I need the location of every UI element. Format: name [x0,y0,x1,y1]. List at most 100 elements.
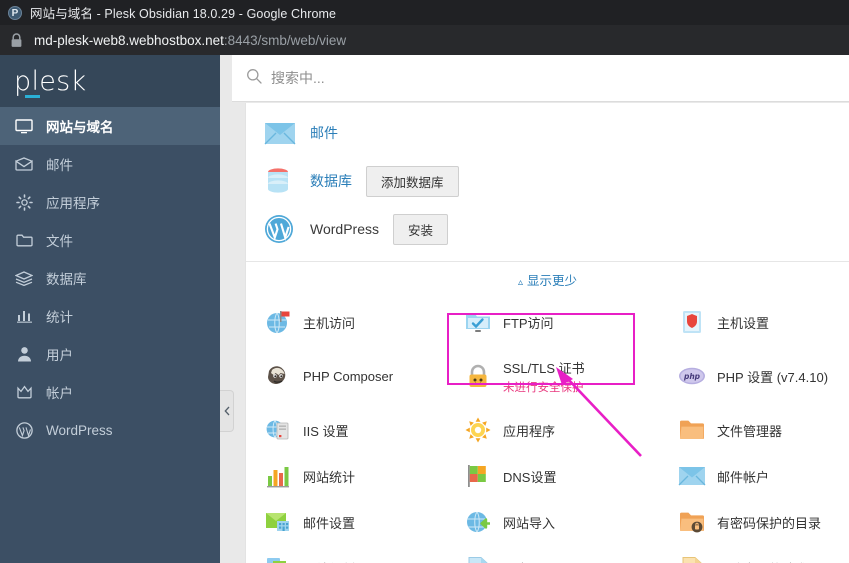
search-bar[interactable]: 搜索中... [232,55,849,102]
log-document-icon [464,554,492,563]
show-less-label: 显示更少 [527,274,578,288]
user-icon [14,345,34,363]
grid-item-logs[interactable]: 日志 [464,545,678,563]
grid-item-applications[interactable]: 应用程序 [464,407,678,453]
grid-item-label: 邮件帐户 [717,469,770,485]
search-input[interactable]: 搜索中... [271,68,325,88]
sun-gear-icon [464,416,492,444]
sidebar-item-users[interactable]: 用户 [0,335,220,373]
grid-item-php-composer[interactable]: PHP Composer [264,345,464,407]
grid-item-label: DNS设置 [503,469,557,485]
file-manager-folder-icon [678,416,706,444]
grid-item-host-settings[interactable]: 主机设置 [678,299,849,345]
url-path: :8443/smb/web/view [223,32,347,48]
plesk-sidebar: plesk 网站与域名 邮件 应用程序 文件 数据库 统计 用户 帐户 Word… [0,55,220,563]
globe-import-icon [464,508,492,536]
sidebar-item-databases[interactable]: 数据库 [0,259,220,297]
browser-urlbar[interactable]: md-plesk-web8.webhostbox.net:8443/smb/we… [0,25,849,55]
quick-row-label[interactable]: WordPress [310,221,379,237]
services-grid: 主机访问 FTP访问 主机设置 PHP Composer SSL/TLS 证书 … [246,299,849,563]
install-wordpress-button[interactable]: 安装 [392,213,448,245]
main-content: 搜索中... 邮件 数据库 添加数据库 WordPress 安装 ▵ 显示更少 … [220,55,849,563]
php-icon: php [678,362,706,390]
grid-item-label: PHP 设置 (v7.4.10) [717,369,829,385]
grid-item-website-copying[interactable]: 网站复制 [264,545,464,563]
window-title: 网站与域名 - Plesk Obsidian 18.0.29 - Google … [30,7,337,21]
mail-account-icon [678,462,706,490]
ssl-status-warning: 未进行安全保护 [503,381,584,394]
sidebar-item-files[interactable]: 文件 [0,221,220,259]
folder-icon [14,231,34,249]
sidebar-item-label: WordPress [46,422,113,438]
quick-row-label[interactable]: 数据库 [310,171,352,191]
grid-item-label: IIS 设置 [303,423,349,439]
plesk-favicon-icon: P [8,5,22,20]
quick-row-label[interactable]: 邮件 [310,123,338,143]
grid-item-ssl-tls-certificates[interactable]: SSL/TLS 证书 未进行安全保护 [464,345,678,407]
mail-settings-icon [264,508,292,536]
gear-icon [14,193,34,211]
grid-item-file-manager[interactable]: 文件管理器 [678,407,849,453]
grid-item-label: 日志 [503,559,529,563]
logo-accent-underline [25,94,40,98]
sidebar-collapse-handle[interactable] [220,390,234,432]
sidebar-item-label: 文件 [46,234,73,249]
quick-row-wordpress[interactable]: WordPress 安装 [264,205,849,253]
sidebar-item-statistics[interactable]: 统计 [0,297,220,335]
grid-item-web-statistics[interactable]: 网站统计 [264,453,464,499]
browser-titlebar: P 网站与域名 - Plesk Obsidian 18.0.29 - Googl… [0,0,849,25]
grid-item-mail-settings[interactable]: 邮件设置 [264,499,464,545]
sidebar-item-label: 网站与域名 [46,120,114,135]
lock-icon [10,32,23,48]
mail-envelope-icon [264,121,298,145]
url-host: md-plesk-web8.webhostbox.net [34,32,224,48]
grid-item-label: 主机设置 [717,315,770,331]
sidebar-item-applications[interactable]: 应用程序 [0,183,220,221]
grid-item-failed-request-tracing[interactable]: 跟踪失败的请求 [678,545,849,563]
database-icon [264,167,298,195]
grid-item-dns-settings[interactable]: DNS设置 [464,453,678,499]
plesk-logo[interactable]: plesk [0,55,220,107]
host-settings-icon [678,308,706,336]
sidebar-item-account[interactable]: 帐户 [0,373,220,411]
sidebar-item-websites-domains[interactable]: 网站与域名 [0,107,220,145]
grid-item-ftp-access[interactable]: FTP访问 [464,299,678,345]
sidebar-item-mail[interactable]: 邮件 [0,145,220,183]
statistics-bars-icon [264,462,292,490]
grid-item-label: 跟踪失败的请求 [717,559,808,563]
add-database-button[interactable]: 添加数据库 [366,165,459,197]
crown-icon [14,383,34,401]
search-icon [246,68,262,89]
wordpress-logo-icon [264,214,298,244]
grid-item-label: PHP Composer [303,368,394,384]
quick-row-mail[interactable]: 邮件 [264,109,849,157]
grid-item-label: 主机访问 [303,315,356,331]
quick-row-databases[interactable]: 数据库 添加数据库 [264,157,849,205]
show-less-toggle[interactable]: ▵ 显示更少 [246,262,849,299]
ftp-folder-icon [464,308,492,336]
grid-item-php-settings[interactable]: php PHP 设置 (v7.4.10) [678,345,849,407]
grid-item-label: 邮件设置 [303,515,356,531]
grid-item-label: 有密码保护的目录 [717,515,822,531]
grid-item-label: 文件管理器 [717,423,783,439]
grid-item-host-access[interactable]: 主机访问 [264,299,464,345]
grid-item-mail-accounts[interactable]: 邮件帐户 [678,453,849,499]
grid-item-iis-settings[interactable]: IIS 设置 [264,407,464,453]
failed-request-icon [678,554,706,563]
composer-icon [264,362,292,390]
sidebar-item-wordpress[interactable]: WordPress [0,411,220,449]
globe-flag-icon [264,308,292,336]
wordpress-icon [14,421,34,439]
padlock-icon [464,362,492,390]
chevron-left-icon [223,406,229,416]
grid-item-password-protected-directories[interactable]: 有密码保护的目录 [678,499,849,545]
grid-item-website-import[interactable]: 网站导入 [464,499,678,545]
url-text: md-plesk-web8.webhostbox.net:8443/smb/we… [34,33,346,48]
envelope-icon [14,155,34,173]
database-stack-icon [14,269,34,287]
domain-card-panel: 邮件 数据库 添加数据库 WordPress 安装 ▵ 显示更少 主机访问 FT… [245,103,849,563]
bar-chart-icon [14,307,34,325]
grid-item-label: 应用程序 [503,423,556,439]
sidebar-item-label: 统计 [46,310,73,325]
grid-item-label: SSL/TLS 证书 [503,360,585,376]
